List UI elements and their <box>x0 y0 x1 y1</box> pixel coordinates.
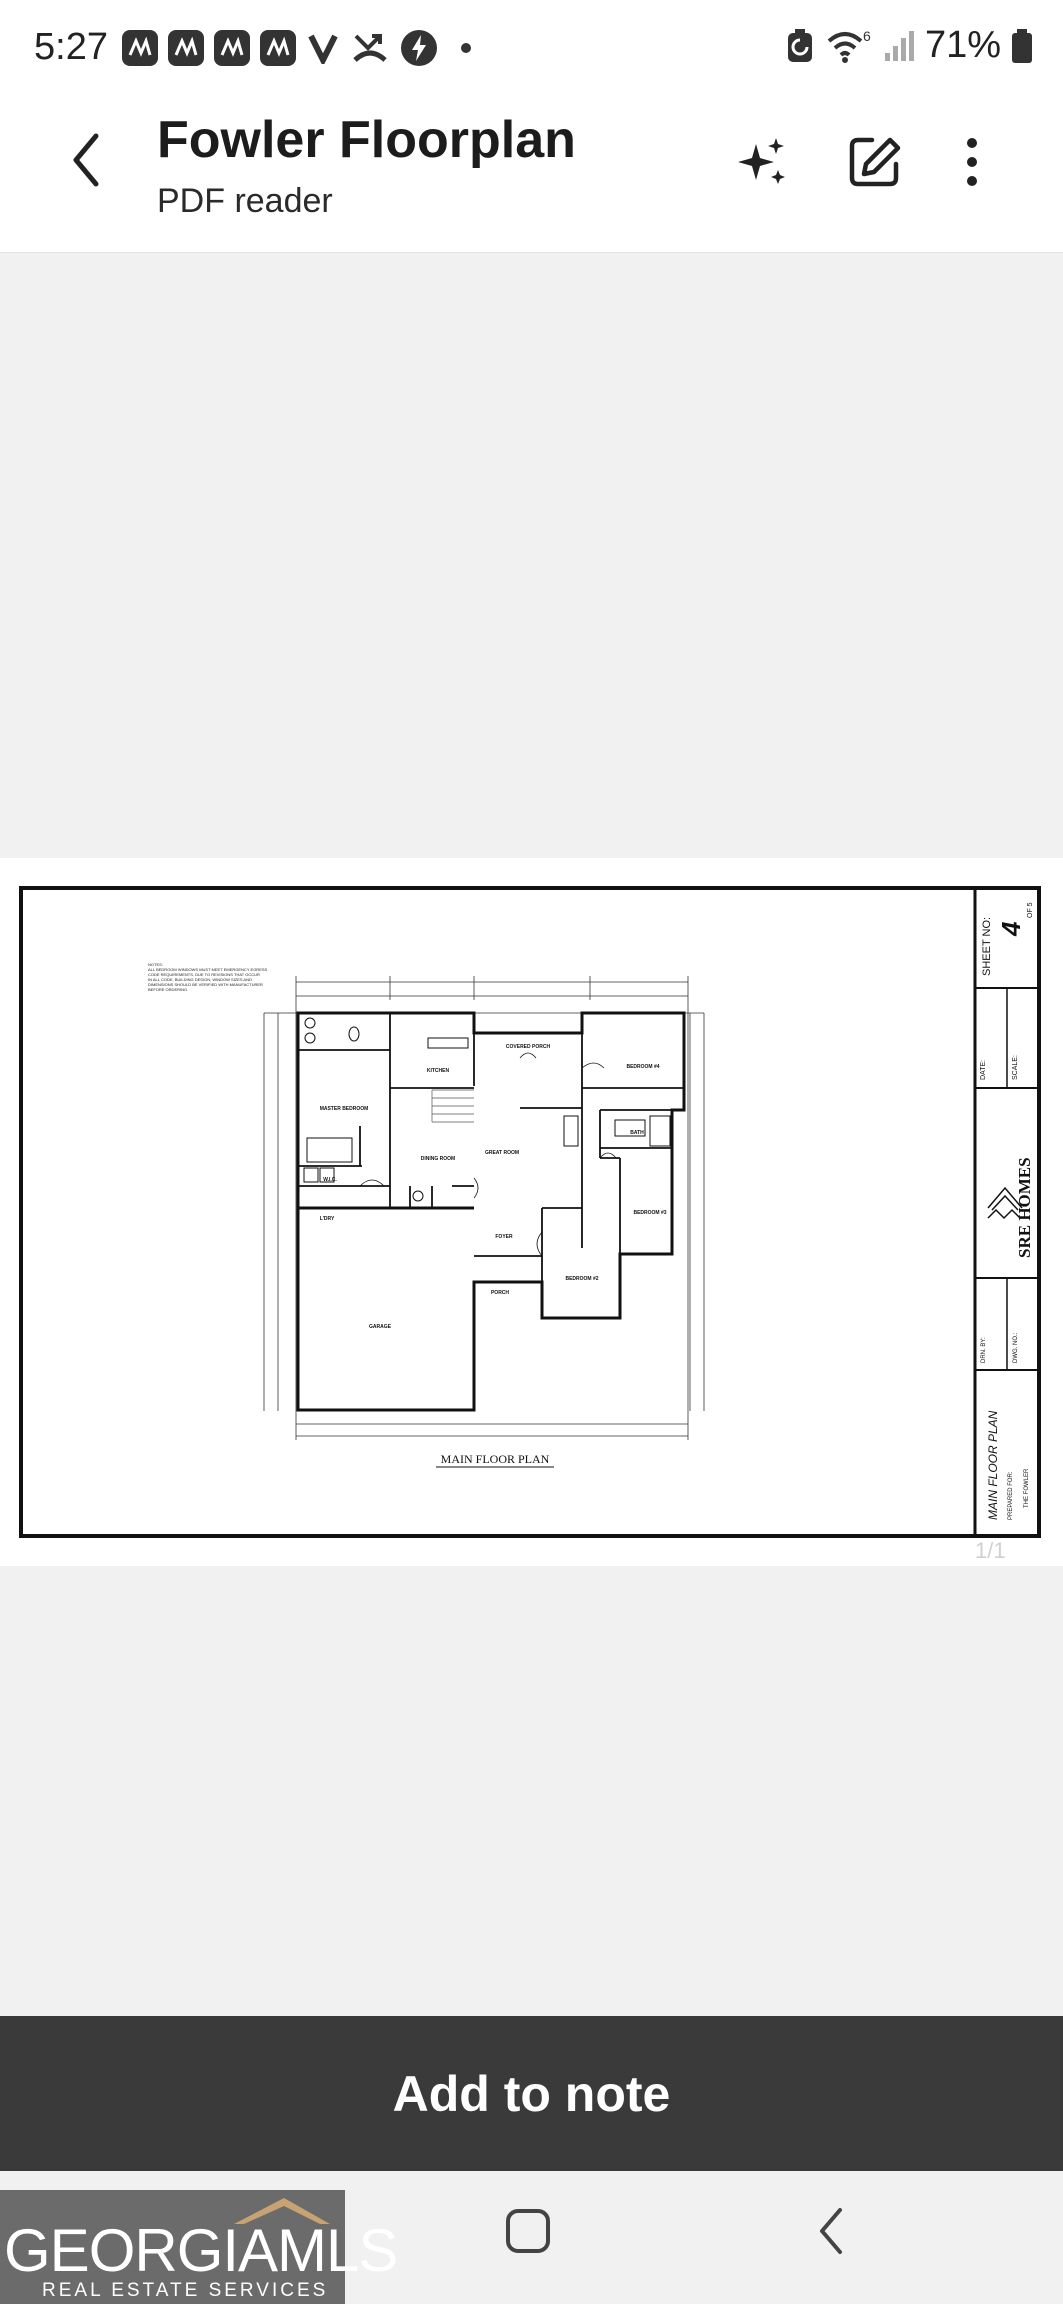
watermark-sub: REAL ESTATE SERVICES <box>42 2280 329 2301</box>
scale-label: SCALE: <box>1012 1055 1019 1080</box>
room-bedroom-2: BEDROOM #2 <box>565 1276 598 1282</box>
back-arrow-icon <box>73 133 99 187</box>
edit-button[interactable] <box>842 130 906 194</box>
page-indicator: 1/1 <box>975 1538 1006 1563</box>
document-subtitle: PDF reader <box>157 182 333 220</box>
room-garage: GARAGE <box>369 1324 392 1330</box>
app-bar: Fowler Floorplan PDF reader <box>0 100 1063 253</box>
v-app-icon <box>308 34 338 64</box>
document-title: Fowler Floorplan <box>157 111 576 169</box>
room-great: GREAT ROOM <box>485 1150 519 1156</box>
nav-back-button[interactable] <box>806 2201 856 2261</box>
room-bedroom-4: BEDROOM #4 <box>626 1064 659 1070</box>
pdf-page[interactable]: SHEET NO: 4 OF 5 DATE: SCALE: SRE HOMES … <box>0 858 1063 1566</box>
sheet-label: SHEET NO: <box>981 917 993 976</box>
more-options-button[interactable] <box>950 130 994 194</box>
n-app-icon <box>214 30 250 66</box>
client-name: THE FOWLER <box>1024 1468 1030 1508</box>
battery-percent: 71% <box>924 24 1001 66</box>
dot-icon <box>461 43 471 53</box>
battery-icon <box>1012 28 1032 63</box>
nav-back-icon <box>820 2208 842 2254</box>
svg-text:6: 6 <box>863 28 871 44</box>
add-to-note-button[interactable]: Add to note <box>0 2016 1063 2171</box>
n-app-icon <box>260 30 296 66</box>
battery-saver-icon <box>787 28 812 62</box>
room-bath: BATH <box>630 1130 644 1136</box>
room-bedroom-3: BEDROOM #3 <box>633 1210 666 1216</box>
sheet-of: OF 5 <box>1027 902 1034 918</box>
date-label: DATE: <box>980 1060 987 1080</box>
drawn-by-label: DRN. BY: <box>981 1337 987 1363</box>
floor-plan-drawing: SHEET NO: 4 OF 5 DATE: SCALE: SRE HOMES … <box>19 886 1041 1563</box>
wifi-icon: 6 <box>827 28 871 63</box>
n-app-icon <box>122 30 158 66</box>
watermark-main: GEORGIAMLS <box>4 2217 398 2284</box>
ai-assist-button[interactable] <box>730 130 794 194</box>
plan-label: MAIN FLOOR PLAN <box>441 1452 550 1466</box>
signal-icon <box>884 30 914 61</box>
home-button[interactable] <box>506 2209 550 2253</box>
room-porch: PORCH <box>491 1290 509 1296</box>
sheet-title: MAIN FLOOR PLAN <box>986 1410 1000 1520</box>
lightning-app-icon <box>401 30 437 66</box>
room-covered-porch: COVERED PORCH <box>506 1044 551 1050</box>
room-foyer: FOYER <box>495 1234 513 1240</box>
edit-icon <box>849 137 901 187</box>
sheet-number: 4 <box>996 921 1026 937</box>
n-app-icon <box>168 30 204 66</box>
room-laundry: L'DRY <box>320 1216 335 1222</box>
dwg-no-label: DWG. NO.: <box>1013 1332 1019 1363</box>
room-wic: W.I.C. <box>323 1177 337 1183</box>
watermark-logo: GEORGIAMLS REAL ESTATE SERVICES <box>0 2190 398 2304</box>
more-vertical-icon <box>967 138 977 186</box>
room-kitchen: KITCHEN <box>427 1068 450 1074</box>
sparkle-icon <box>738 138 785 184</box>
clock: 5:27 <box>34 26 108 68</box>
missed-call-icon <box>353 34 387 62</box>
room-dining: DINING ROOM <box>421 1156 455 1162</box>
prepared-for-label: PREPARED FOR: <box>1008 1471 1014 1520</box>
company-name: SRE HOMES <box>1015 1157 1034 1258</box>
status-bar: 5:27 6 71% <box>0 0 1063 100</box>
room-master-bedroom: MASTER BEDROOM <box>320 1106 369 1112</box>
back-button[interactable] <box>56 122 116 198</box>
